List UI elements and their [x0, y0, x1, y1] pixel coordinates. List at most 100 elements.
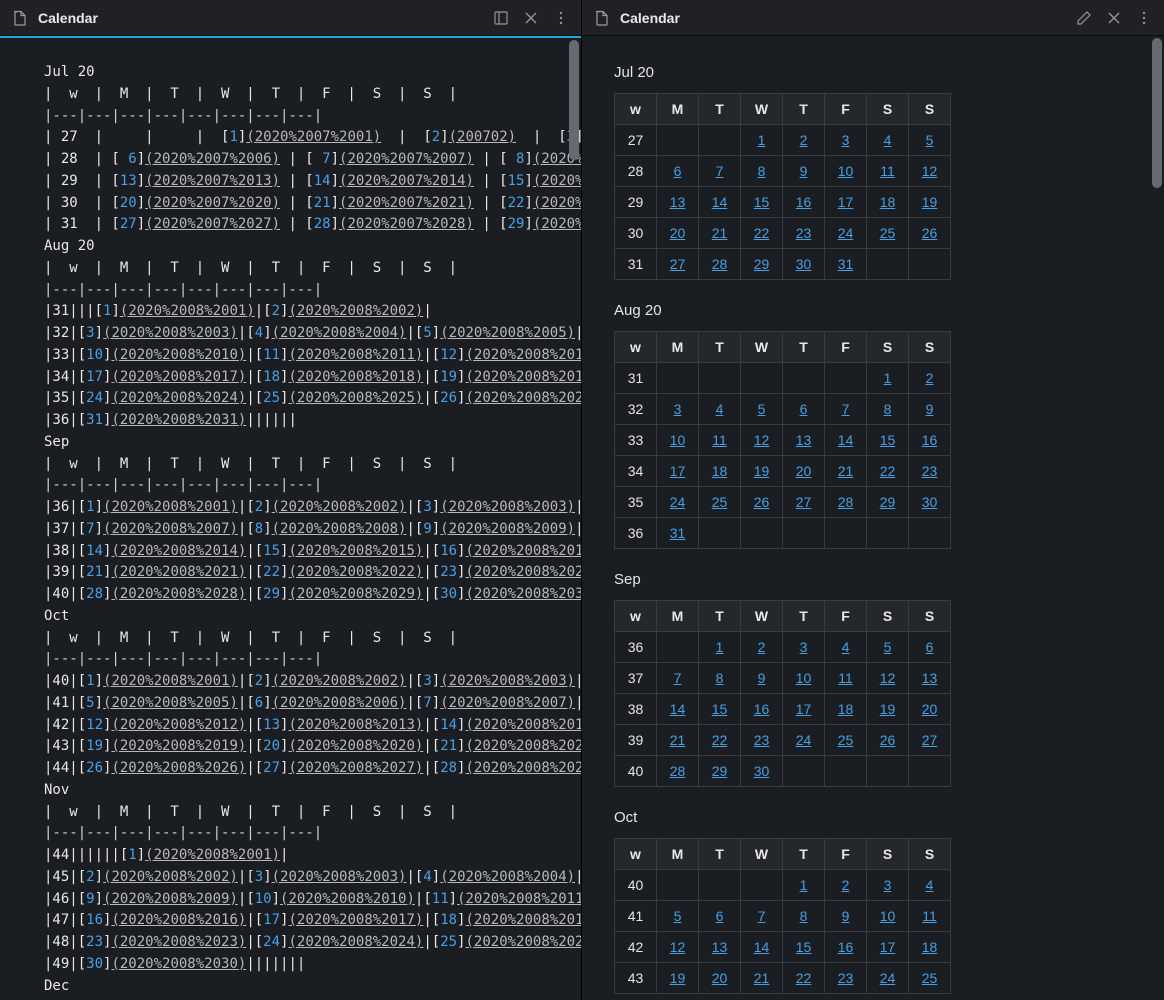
- day-link[interactable]: 12: [922, 163, 938, 179]
- day-cell[interactable]: 21: [657, 725, 699, 756]
- day-cell[interactable]: 15: [741, 187, 783, 218]
- day-cell[interactable]: 13: [657, 187, 699, 218]
- day-cell[interactable]: 26: [909, 218, 951, 249]
- day-link[interactable]: 17: [796, 701, 812, 717]
- day-link[interactable]: 4: [926, 877, 934, 893]
- day-cell[interactable]: 23: [825, 963, 867, 994]
- day-link[interactable]: 4: [716, 401, 724, 417]
- day-link[interactable]: 25: [880, 225, 896, 241]
- day-link[interactable]: 28: [712, 256, 728, 272]
- day-cell[interactable]: 17: [783, 694, 825, 725]
- day-cell[interactable]: 25: [825, 725, 867, 756]
- day-link[interactable]: 30: [922, 494, 938, 510]
- day-link[interactable]: 7: [716, 163, 724, 179]
- panel-icon[interactable]: [493, 10, 509, 26]
- markdown-source[interactable]: Jul 20 | w | M | T | W | T | F | S | S |…: [44, 62, 581, 997]
- day-link[interactable]: 23: [838, 970, 854, 986]
- day-cell[interactable]: 4: [825, 632, 867, 663]
- day-link[interactable]: 1: [800, 877, 808, 893]
- day-link[interactable]: 19: [670, 970, 686, 986]
- day-cell[interactable]: 24: [825, 218, 867, 249]
- day-cell[interactable]: 26: [741, 487, 783, 518]
- day-cell[interactable]: 24: [657, 487, 699, 518]
- scrollbar-left[interactable]: [569, 40, 579, 160]
- more-icon[interactable]: [1136, 10, 1152, 26]
- day-link[interactable]: 21: [712, 225, 728, 241]
- day-cell[interactable]: 6: [657, 156, 699, 187]
- day-cell[interactable]: 1: [783, 870, 825, 901]
- day-cell[interactable]: 22: [741, 218, 783, 249]
- day-cell[interactable]: 24: [867, 963, 909, 994]
- day-cell[interactable]: 30: [741, 756, 783, 787]
- day-link[interactable]: 25: [922, 970, 938, 986]
- day-cell[interactable]: 28: [699, 249, 741, 280]
- day-cell[interactable]: 17: [825, 187, 867, 218]
- day-cell[interactable]: 5: [909, 125, 951, 156]
- day-link[interactable]: 13: [670, 194, 686, 210]
- day-link[interactable]: 3: [884, 877, 892, 893]
- day-link[interactable]: 24: [880, 970, 896, 986]
- day-cell[interactable]: 15: [699, 694, 741, 725]
- day-link[interactable]: 12: [754, 432, 770, 448]
- day-cell[interactable]: 23: [909, 456, 951, 487]
- day-cell[interactable]: 11: [909, 901, 951, 932]
- day-link[interactable]: 15: [712, 701, 728, 717]
- day-cell[interactable]: 15: [783, 932, 825, 963]
- day-link[interactable]: 9: [926, 401, 934, 417]
- day-cell[interactable]: 31: [657, 518, 699, 549]
- day-cell[interactable]: 12: [867, 663, 909, 694]
- day-cell[interactable]: 2: [741, 632, 783, 663]
- day-link[interactable]: 1: [884, 370, 892, 386]
- day-link[interactable]: 6: [674, 163, 682, 179]
- day-link[interactable]: 25: [712, 494, 728, 510]
- day-link[interactable]: 20: [712, 970, 728, 986]
- day-link[interactable]: 18: [922, 939, 938, 955]
- day-cell[interactable]: 10: [867, 901, 909, 932]
- day-link[interactable]: 21: [754, 970, 770, 986]
- day-link[interactable]: 27: [796, 494, 812, 510]
- day-cell[interactable]: 8: [741, 156, 783, 187]
- day-cell[interactable]: 22: [783, 963, 825, 994]
- day-cell[interactable]: 17: [657, 456, 699, 487]
- day-cell[interactable]: 19: [867, 694, 909, 725]
- day-cell[interactable]: 25: [867, 218, 909, 249]
- day-cell[interactable]: 16: [741, 694, 783, 725]
- day-cell[interactable]: 7: [741, 901, 783, 932]
- day-cell[interactable]: 23: [783, 218, 825, 249]
- day-link[interactable]: 18: [712, 463, 728, 479]
- day-link[interactable]: 9: [842, 908, 850, 924]
- day-cell[interactable]: 14: [657, 694, 699, 725]
- day-link[interactable]: 10: [670, 432, 686, 448]
- day-link[interactable]: 7: [758, 908, 766, 924]
- day-link[interactable]: 28: [670, 763, 686, 779]
- day-link[interactable]: 17: [838, 194, 854, 210]
- day-link[interactable]: 5: [758, 401, 766, 417]
- day-link[interactable]: 3: [842, 132, 850, 148]
- day-link[interactable]: 30: [796, 256, 812, 272]
- day-link[interactable]: 19: [880, 701, 896, 717]
- day-link[interactable]: 16: [838, 939, 854, 955]
- day-link[interactable]: 25: [838, 732, 854, 748]
- day-cell[interactable]: 29: [699, 756, 741, 787]
- day-link[interactable]: 2: [758, 639, 766, 655]
- day-cell[interactable]: 16: [825, 932, 867, 963]
- day-cell[interactable]: 24: [783, 725, 825, 756]
- day-link[interactable]: 15: [754, 194, 770, 210]
- day-cell[interactable]: 19: [657, 963, 699, 994]
- day-cell[interactable]: 1: [867, 363, 909, 394]
- day-link[interactable]: 14: [754, 939, 770, 955]
- day-link[interactable]: 1: [758, 132, 766, 148]
- day-cell[interactable]: 13: [783, 425, 825, 456]
- day-link[interactable]: 26: [880, 732, 896, 748]
- day-link[interactable]: 15: [796, 939, 812, 955]
- day-cell[interactable]: 10: [657, 425, 699, 456]
- day-link[interactable]: 8: [758, 163, 766, 179]
- day-link[interactable]: 20: [796, 463, 812, 479]
- day-link[interactable]: 8: [884, 401, 892, 417]
- day-link[interactable]: 22: [796, 970, 812, 986]
- day-link[interactable]: 3: [800, 639, 808, 655]
- day-cell[interactable]: 9: [741, 663, 783, 694]
- day-cell[interactable]: 23: [741, 725, 783, 756]
- day-cell[interactable]: 2: [825, 870, 867, 901]
- day-link[interactable]: 12: [670, 939, 686, 955]
